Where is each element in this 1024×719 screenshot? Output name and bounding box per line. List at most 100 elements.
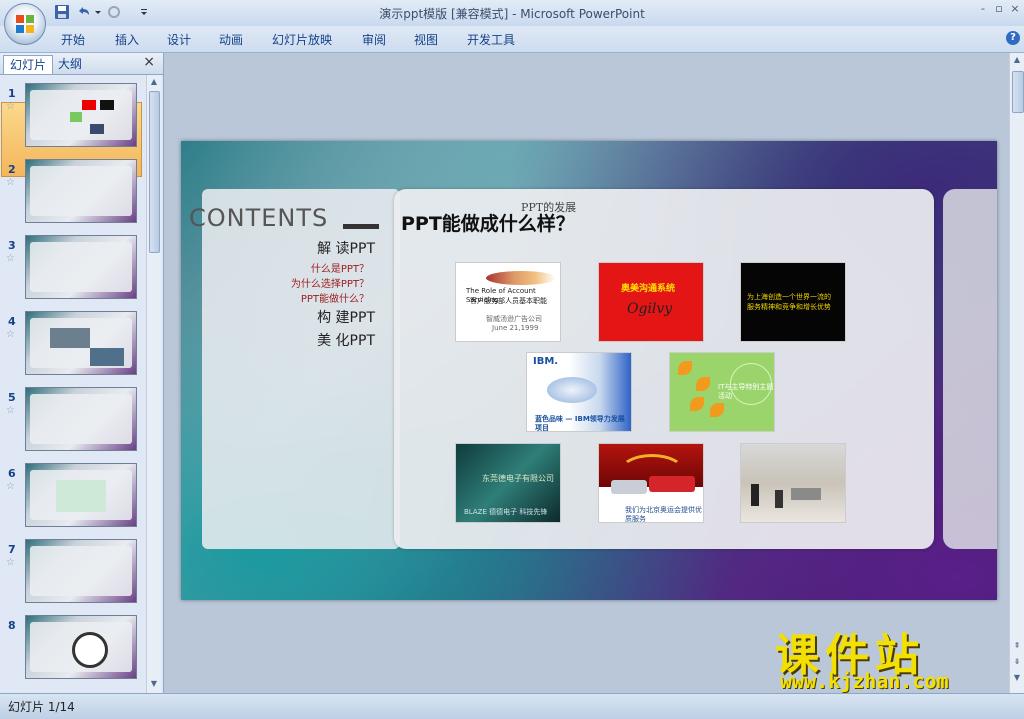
slide-thumbnail-1[interactable] — [25, 83, 137, 147]
previous-slide-icon[interactable]: ⇞ — [1011, 641, 1023, 653]
thumbnail-number: 2 — [8, 163, 16, 176]
pic-text: 东莞德电子有限公司 — [482, 474, 554, 483]
tab-home[interactable]: 开始 — [61, 31, 85, 48]
menu-sub-why[interactable]: 为什么选择PPT？ — [291, 275, 369, 290]
sample-slide-jwt[interactable]: The Role of Account Servicing 客户服务部人员基本职… — [455, 262, 561, 342]
pic-text: 客户服务部人员基本职能 — [470, 297, 547, 305]
animation-star-icon: ☆ — [6, 405, 15, 416]
slide-position: 幻灯片 1/14 — [8, 700, 75, 714]
close-panel-icon[interactable]: × — [143, 54, 155, 70]
thumbnail-scrollbar[interactable]: ▲ ▼ — [146, 75, 161, 693]
slide-scrollbar[interactable]: ▲ ⇞ ⇟ ▼ — [1009, 53, 1024, 693]
pic-text: IT与主导特别主题活动 — [718, 383, 774, 400]
panel-tab-strip: 幻灯片 大纲 × — [0, 53, 163, 75]
minimize-button[interactable]: - — [976, 2, 990, 16]
tab-view[interactable]: 视图 — [414, 31, 438, 48]
office-logo-icon — [16, 15, 34, 33]
slide-title: PPT能做成什么样？ — [401, 213, 575, 235]
sample-slide-ogilvy[interactable]: 奥美沟通系统 Ogilvy — [598, 262, 704, 342]
bus-graphic — [611, 480, 647, 494]
watermark-url: www.kjzhan.com — [780, 669, 949, 693]
menu-item-interpret[interactable]: 解 读PPT — [317, 238, 375, 258]
slide-canvas[interactable]: CONTENTS 解 读PPT 什么是PPT？ 为什么选择PPT？ PPT能做什… — [181, 141, 997, 600]
swoosh-graphic — [486, 271, 556, 285]
slide-thumbnail-4[interactable] — [25, 311, 137, 375]
thumbnail-number: 7 — [8, 543, 16, 556]
menu-item-build[interactable]: 构 建PPT — [317, 307, 375, 327]
thumbnail-list: 1 ☆ 2 ☆ 3 ☆ 4 ☆ 5 ☆ 6 ☆ 7 ☆ 8 — [0, 75, 146, 693]
status-bar: 幻灯片 1/14 — [0, 693, 1024, 719]
contents-heading: CONTENTS — [189, 204, 329, 232]
animation-star-icon: ☆ — [6, 177, 15, 188]
thumbnail-number: 3 — [8, 239, 16, 252]
pic-text: 奥美沟通系统 — [621, 284, 676, 294]
slide-thumbnail-3[interactable] — [25, 235, 137, 299]
globe-graphic — [547, 377, 597, 403]
ogilvy-signature: Ogilvy — [627, 301, 673, 317]
furniture — [791, 488, 821, 500]
animation-star-icon: ☆ — [6, 557, 15, 568]
office-button[interactable] — [4, 3, 46, 45]
bus-graphic — [649, 476, 695, 492]
thumbnail-number: 1 — [8, 87, 16, 100]
menu-item-beautify[interactable]: 美 化PPT — [317, 330, 375, 350]
sample-slide-office-photo[interactable] — [740, 443, 846, 523]
tab-review[interactable]: 审阅 — [362, 31, 386, 48]
tab-animations[interactable]: 动画 — [219, 31, 243, 48]
tab-outline[interactable]: 大纲 — [52, 55, 88, 73]
sample-slide-blaze[interactable]: 东莞德电子有限公司 BLAZE 德德电子 科技先锋 — [455, 443, 561, 523]
animation-star-icon: ☆ — [6, 253, 15, 264]
thumbnail-number: 6 — [8, 467, 16, 480]
pic-text: BLAZE 德德电子 科技先锋 — [464, 508, 548, 516]
thumbnail-number: 8 — [8, 619, 16, 632]
title-bar: 演示ppt模版 [兼容模式] - Microsoft PowerPoint - … — [0, 0, 1024, 26]
ribbon-tab-bar: 开始 插入 设计 动画 幻灯片放映 审阅 视图 开发工具 ? — [0, 26, 1024, 53]
pic-text: 为上海创造一个世界一流的 — [747, 293, 831, 301]
menu-sub-can-do[interactable]: PPT能做什么？ — [301, 290, 369, 305]
slide-thumbnail-8[interactable] — [25, 615, 137, 679]
close-button[interactable]: × — [1008, 2, 1022, 16]
window-title: 演示ppt模版 [兼容模式] - Microsoft PowerPoint — [379, 7, 645, 21]
contents-bar — [343, 224, 379, 229]
petal-shape — [710, 403, 724, 417]
slide-thumbnail-6[interactable] — [25, 463, 137, 527]
pic-text: 服务精神和竞争和增长优势 — [747, 303, 831, 311]
petal-shape — [678, 361, 692, 375]
scroll-up-icon[interactable]: ▲ — [1011, 55, 1023, 67]
slide-thumbnail-7[interactable] — [25, 539, 137, 603]
help-icon[interactable]: ? — [1006, 31, 1020, 45]
sample-slide-bus[interactable]: 我们为北京奥运会提供优质服务 — [598, 443, 704, 523]
tab-slides[interactable]: 幻灯片 — [3, 55, 54, 74]
pic-text: 智威汤逊广告公司 — [486, 315, 542, 323]
tab-developer[interactable]: 开发工具 — [467, 31, 515, 48]
scroll-thumb[interactable] — [149, 91, 160, 253]
menu-sub-what[interactable]: 什么是PPT？ — [311, 260, 369, 275]
petal-shape — [690, 397, 704, 411]
person-figure — [775, 490, 783, 508]
scroll-thumb[interactable] — [1012, 71, 1024, 113]
thumbnail-number: 4 — [8, 315, 16, 328]
person-figure — [751, 484, 759, 506]
animation-star-icon: ☆ — [6, 329, 15, 340]
scroll-up-icon[interactable]: ▲ — [148, 77, 160, 89]
slide-thumbnail-5[interactable] — [25, 387, 137, 451]
sample-slide-petals[interactable]: IT与主导特别主题活动 — [669, 352, 775, 432]
restore-button[interactable]: ▫ — [992, 2, 1006, 16]
pic-text: 我们为北京奥运会提供优质服务 — [625, 506, 702, 523]
petal-shape — [696, 377, 710, 391]
side-panel — [943, 189, 997, 549]
scroll-down-icon[interactable]: ▼ — [148, 679, 160, 691]
animation-star-icon: ☆ — [6, 101, 15, 112]
sample-slide-shanghai[interactable]: 为上海创造一个世界一流的 服务精神和竞争和增长优势 — [740, 262, 846, 342]
sample-slide-ibm[interactable]: IBM. 蓝色品味 — IBM领导力发展项目 — [526, 352, 632, 432]
thumbnail-number: 5 — [8, 391, 16, 404]
slide-thumbnail-2[interactable] — [25, 159, 137, 223]
scroll-down-icon[interactable]: ▼ — [1011, 673, 1023, 685]
next-slide-icon[interactable]: ⇟ — [1011, 657, 1023, 669]
tab-insert[interactable]: 插入 — [115, 31, 139, 48]
tab-design[interactable]: 设计 — [167, 31, 191, 48]
slides-panel: 幻灯片 大纲 × 1 ☆ 2 ☆ 3 ☆ 4 ☆ 5 ☆ 6 ☆ 7 ☆ 8 ▲… — [0, 53, 164, 693]
pic-text: 蓝色品味 — IBM领导力发展项目 — [535, 415, 625, 432]
ibm-logo: IBM. — [533, 356, 559, 367]
tab-slide-show[interactable]: 幻灯片放映 — [272, 31, 332, 48]
